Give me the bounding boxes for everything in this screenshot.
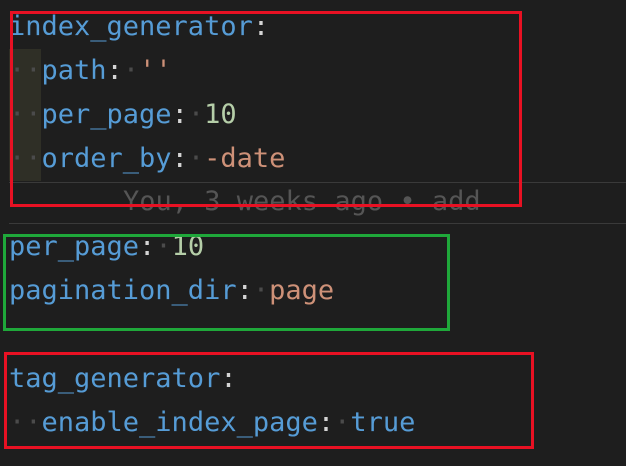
highlight-box-tag-generator [4, 352, 534, 449]
highlight-box-index-generator [10, 11, 522, 207]
highlight-box-pagination [3, 234, 450, 331]
